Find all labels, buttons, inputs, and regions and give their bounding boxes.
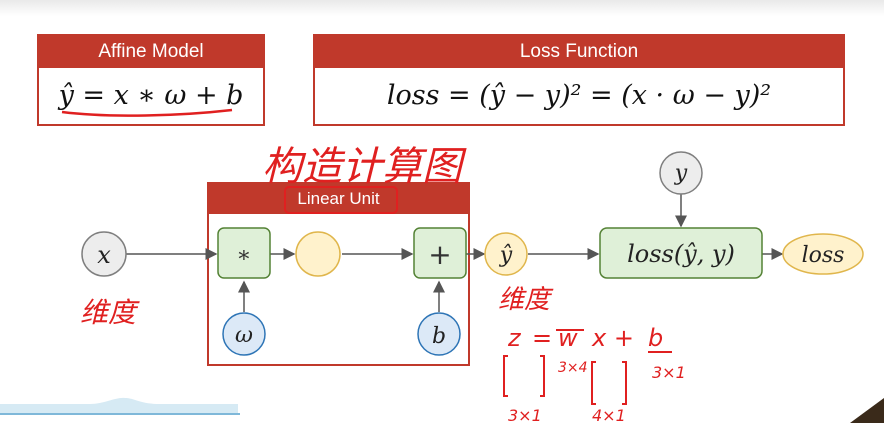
note-yhat-dimension: 维度 [498,285,554,315]
output-yhat-node: ŷ [484,232,528,276]
note-build-graph: 构造计算图 [262,144,467,190]
affine-formula-underline [61,108,233,117]
input-x-node: x [81,231,127,277]
output-yhat-label: ŷ [499,243,513,268]
add-label: + [428,238,451,271]
add-node: + [413,227,467,279]
input-x-label: x [97,241,111,269]
eq-w: w [558,324,578,352]
computation-graph: x ∗ + ω b ŷ y loss(ŷ, y) loss 构造计算图 维度 维… [0,108,884,423]
multiply-node: ∗ [217,227,271,279]
z-bracket [503,355,545,397]
x-bracket [591,361,627,405]
eq-b: b [648,324,663,352]
target-y-node: y [659,151,703,195]
note-x-dimension: 维度 [80,296,140,329]
w-shape: 3×4 [558,360,588,376]
eq-z: z [507,324,522,352]
loss-node-label: loss(ŷ, y) [627,240,735,268]
intermediate-node [295,231,341,277]
bottom-left-strip [0,397,238,413]
loss-output-node: loss [782,233,864,275]
bottom-right-corner [850,398,884,423]
loss-output-label: loss [802,243,845,268]
weight-omega-label: ω [235,323,253,348]
x-shape: 4×1 [592,406,626,423]
slide: Affine Model ŷ = x ∗ ω + b Loss Function… [0,0,884,423]
linear-unit-highlight [284,186,398,214]
multiply-label: ∗ [237,243,252,268]
loss-node: loss(ŷ, y) [599,227,763,279]
eq-x-plus: x + [591,324,634,352]
eq-equals: = [532,324,552,352]
b-shape: 3×1 [652,363,686,382]
bias-b-node: b [417,312,461,356]
bias-b-label: b [432,324,446,349]
handwritten-annotations: 构造计算图 维度 维度 z = w x + b 3×4 3×1 3×1 4×1 [80,144,686,423]
weight-omega-node: ω [222,312,266,356]
z-shape: 3×1 [508,406,542,423]
target-y-label: y [674,161,688,186]
